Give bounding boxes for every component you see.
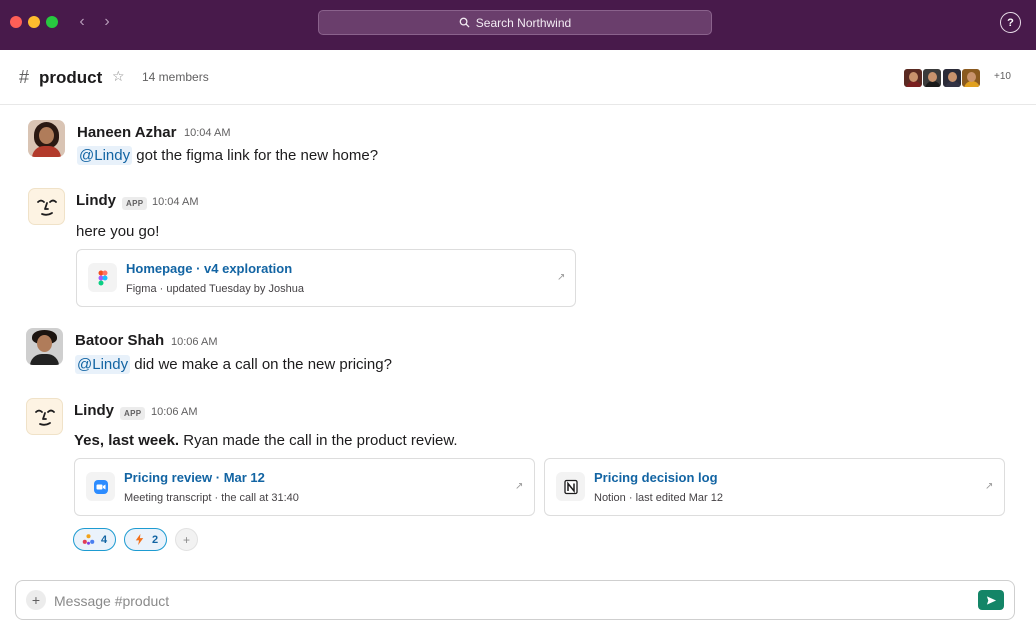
link-card[interactable]: Pricing decision log Notion · last edite…	[544, 458, 1005, 516]
message-text: @Lindy did we make a call on the new pri…	[75, 355, 392, 374]
help-button[interactable]: ?	[1000, 12, 1021, 33]
maximize-window-button[interactable]	[46, 16, 58, 28]
channel-name[interactable]: product	[39, 68, 102, 88]
card-subtitle: Notion · last edited Mar 12	[594, 492, 724, 504]
channel-hash-icon: #	[19, 67, 30, 87]
reaction-people[interactable]: 4	[73, 528, 117, 551]
avatar[interactable]	[28, 120, 65, 157]
external-link-icon[interactable]: ↗	[557, 272, 565, 283]
sender-name[interactable]: Lindy	[74, 402, 114, 419]
card-subtitle: Figma · updated Tuesday by Joshua	[126, 283, 304, 295]
figma-icon	[88, 263, 117, 292]
member-avatars[interactable]	[902, 68, 981, 88]
reaction-count: 2	[152, 533, 159, 546]
mention-link[interactable]: @Lindy	[75, 355, 131, 374]
mention-link[interactable]: @Lindy	[77, 146, 133, 165]
member-count[interactable]: 14 members	[142, 70, 209, 84]
timestamp[interactable]: 10:06 AM	[151, 406, 197, 418]
external-link-icon[interactable]: ↗	[515, 481, 523, 492]
app-badge: APP	[122, 197, 148, 210]
external-link-icon[interactable]: ↗	[985, 481, 993, 492]
message-input[interactable]	[54, 590, 934, 611]
link-card[interactable]: Pricing review · Mar 12 Meeting transcri…	[74, 458, 535, 516]
lindy-face-icon	[34, 409, 55, 426]
send-button[interactable]	[978, 590, 1004, 610]
member-avatar	[961, 68, 981, 88]
back-arrow-icon[interactable]: ‹	[72, 12, 92, 32]
message-bold-text: Yes, last week.	[74, 432, 180, 449]
timestamp[interactable]: 10:04 AM	[184, 127, 230, 139]
sender-name[interactable]: Lindy	[76, 192, 116, 209]
card-title[interactable]: Homepage · v4 exploration	[126, 261, 292, 276]
member-avatar	[922, 68, 942, 88]
search-placeholder: Search Northwind	[475, 15, 572, 30]
forward-arrow-icon[interactable]: ›	[97, 12, 117, 32]
channel-header: # product ☆ 14 members +10	[0, 50, 1036, 105]
avatar[interactable]	[26, 328, 63, 365]
avatar[interactable]	[26, 398, 63, 435]
sender-name[interactable]: Batoor Shah	[75, 332, 164, 349]
message-body: did we make a call on the new pricing?	[130, 356, 392, 373]
sender-name[interactable]: Haneen Azhar	[77, 124, 176, 141]
timestamp[interactable]: 10:04 AM	[152, 196, 198, 208]
message-text: Yes, last week. Ryan made the call in th…	[74, 432, 458, 449]
card-title[interactable]: Pricing review · Mar 12	[124, 470, 265, 485]
app-badge: APP	[120, 407, 146, 420]
lindy-face-icon	[36, 199, 57, 216]
message-text: @Lindy got the figma link for the new ho…	[77, 146, 379, 165]
close-window-button[interactable]	[10, 16, 22, 28]
card-subtitle: Meeting transcript · the call at 31:40	[124, 492, 299, 504]
search-icon	[459, 17, 470, 28]
title-bar: ‹ › Search Northwind ?	[0, 0, 1036, 50]
attach-button[interactable]: +	[26, 590, 46, 610]
link-card[interactable]: Homepage · v4 exploration Figma · update…	[76, 249, 576, 307]
notion-icon	[556, 472, 585, 501]
send-icon	[986, 595, 996, 605]
member-avatar	[902, 68, 923, 88]
minimize-window-button[interactable]	[28, 16, 40, 28]
people-icon	[82, 534, 95, 545]
timestamp[interactable]: 10:06 AM	[171, 336, 217, 348]
add-reaction-button[interactable]: +	[175, 528, 198, 551]
star-icon[interactable]: ☆	[112, 68, 125, 85]
message-body: got the figma link for the new home?	[132, 147, 379, 164]
extra-members-count[interactable]: +10	[994, 71, 1011, 82]
message-body: Ryan made the call in the product review…	[179, 432, 458, 449]
avatar[interactable]	[28, 188, 65, 225]
search-bar[interactable]: Search Northwind	[318, 10, 712, 35]
message-text: here you go!	[76, 223, 160, 240]
message-composer: +	[15, 580, 1015, 620]
lightning-icon	[135, 533, 144, 546]
reaction-lightning[interactable]: 2	[124, 528, 168, 551]
card-title[interactable]: Pricing decision log	[594, 470, 718, 485]
member-avatar	[941, 68, 962, 88]
reaction-count: 4	[101, 533, 108, 546]
zoom-icon	[86, 472, 115, 501]
